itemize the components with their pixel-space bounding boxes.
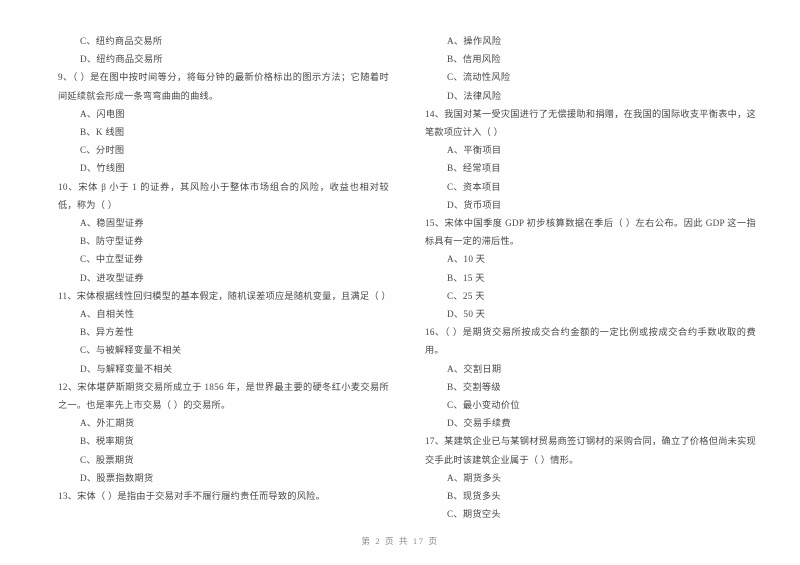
option-item: A、期货多头	[447, 472, 502, 483]
option-item: D、与解释变量不相关	[80, 363, 173, 374]
two-column-body: C、纽约商品交易所 D、纽约商品交易所 9、（ ）是在图中按时间等分，将每分钟的…	[0, 0, 800, 520]
question-stem-12: 12、宋体堪萨斯期货交易所成立于 1856 年，是世界最主要的硬冬红小麦交易所之…	[58, 381, 389, 411]
question-stem-16: 16、（ ）是期货交易所按成交合约金额的一定比例或按成交合约手数收取的费用。	[425, 327, 756, 356]
option-item: D、50 天	[447, 309, 486, 320]
option-item: C、期货空头	[447, 509, 501, 520]
option-item: B、税率期货	[80, 436, 134, 447]
option-item: B、15 天	[447, 272, 485, 283]
option-item: C、流动性风险	[447, 72, 511, 83]
question-stem-14: 14、我国对某一受灾国进行了无偿援助和捐赠，在我国的国际收支平衡表中，这笔款项应…	[425, 108, 756, 138]
option-item: A、自相关性	[80, 309, 135, 320]
question-stem-13: 13、宋体（ ）是指由于交易对手不履行履约责任而导致的风险。	[58, 491, 326, 502]
page-footer: 第 2 页 共 17 页	[361, 536, 439, 546]
question-stem-11: 11、宋体根据线性回归模型的基本假定，随机误差项应是随机变量，且满足（ ）	[58, 290, 391, 301]
option-item: D、竹线图	[80, 163, 125, 174]
option-item: D、货币项目	[447, 199, 502, 210]
option-item: B、K 线图	[80, 127, 125, 138]
option-item: A、10 天	[447, 254, 486, 265]
option-item: A、闪电图	[80, 108, 125, 119]
option-item: C、最小变动价位	[447, 400, 520, 411]
option-item: C、分时图	[80, 145, 125, 156]
option-item: D、进攻型证券	[80, 272, 144, 283]
option-item: D、交易手续费	[447, 418, 511, 429]
option-item: B、异方差性	[80, 327, 134, 338]
question-stem-15: 15、宋体中国季度 GDP 初步核算数据在季后（ ）左右公布。因此 GDP 这一…	[425, 218, 756, 247]
left-column: C、纽约商品交易所 D、纽约商品交易所 9、（ ）是在图中按时间等分，将每分钟的…	[58, 32, 391, 520]
option-item: B、交割等级	[447, 381, 501, 392]
option-item: B、信用风险	[447, 54, 501, 65]
option-item: C、股票期货	[80, 454, 134, 465]
option-item: A、操作风险	[447, 36, 502, 46]
option-item: A、稳固型证券	[80, 218, 144, 229]
option-item: D、法律风险	[447, 90, 502, 101]
right-column: A、操作风险 B、信用风险 C、流动性风险 D、法律风险 14、我国对某一受灾国…	[425, 32, 756, 520]
option-item: D、股票指数期货	[80, 472, 154, 483]
option-item: B、现货多头	[447, 491, 501, 502]
question-stem-10: 10、宋体 β 小于 1 的证券，其风险小于整体市场组合的风险，收益也相对较低，…	[58, 181, 389, 210]
option-item: A、交割日期	[447, 363, 502, 374]
option-item: C、纽约商品交易所	[80, 36, 163, 46]
question-stem-17: 17、某建筑企业已与某钢材贸易商签订钢材的采购合同，确立了价格但尚未实现交手此时…	[425, 436, 756, 465]
option-item: C、与被解释变量不相关	[80, 345, 182, 356]
option-item: A、平衡项目	[447, 145, 502, 156]
exam-page: C、纽约商品交易所 D、纽约商品交易所 9、（ ）是在图中按时间等分，将每分钟的…	[0, 0, 800, 565]
option-item: C、资本项目	[447, 181, 501, 192]
option-item: C、中立型证券	[80, 254, 144, 265]
option-item: A、外汇期货	[80, 418, 135, 429]
option-item: B、经常项目	[447, 163, 501, 174]
option-item: B、防守型证券	[80, 236, 144, 247]
option-item: D、纽约商品交易所	[80, 54, 163, 65]
option-item: C、25 天	[447, 290, 485, 301]
question-stem-9: 9、（ ）是在图中按时间等分，将每分钟的最新价格标出的图示方法；它随着时间延续就…	[58, 72, 389, 101]
